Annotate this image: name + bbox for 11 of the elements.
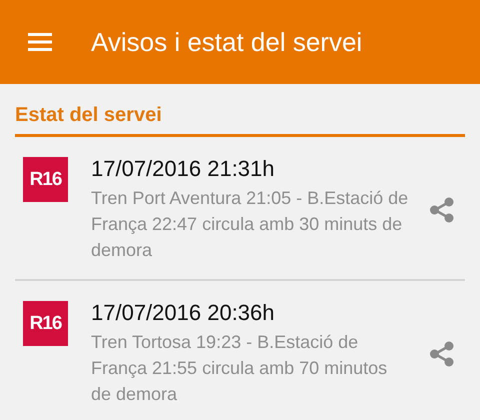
notice-message: Tren Port Aventura 21:05 - B.Estació de França 22:47 circula amb 30 minuts de demora [91,187,410,262]
notice-datetime: 17/07/2016 20:36h [91,299,276,327]
menu-icon[interactable] [28,33,52,51]
line-badge: R16 [23,157,68,202]
notice-message: Tren Tortosa 19:23 - B.Estació de França 21:55 circula amb 70 minutos de demora [91,331,388,406]
section-header: Estat del servei [15,104,465,137]
app-title: Avisos i estat del servei [91,26,362,58]
share-icon[interactable] [429,197,455,223]
share-icon[interactable] [429,341,455,367]
notice-datetime: 17/07/2016 21:31h [91,155,276,183]
line-badge: R16 [23,301,68,346]
